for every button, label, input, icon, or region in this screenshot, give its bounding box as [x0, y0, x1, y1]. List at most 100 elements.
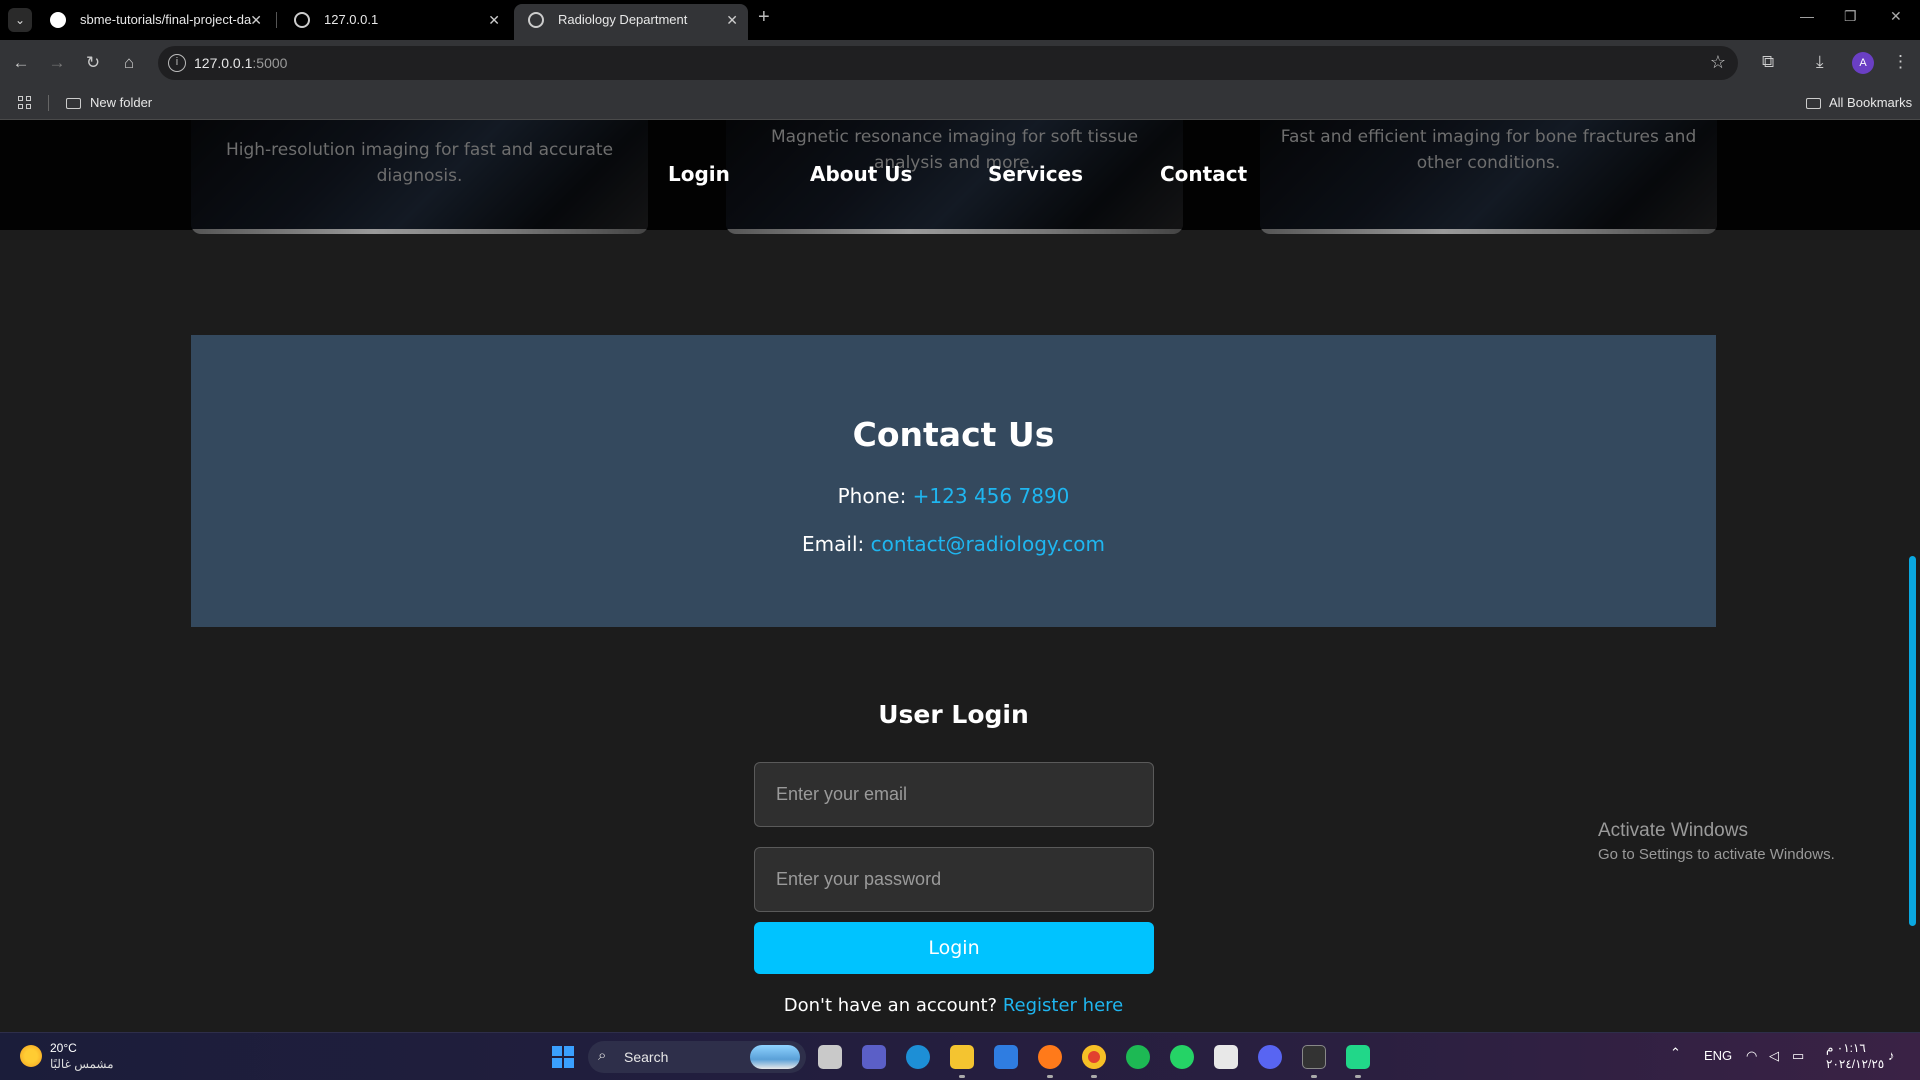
no-account-text: Don't have an account? — [783, 995, 998, 1016]
tab-radiology[interactable]: Radiology Department ✕ — [514, 4, 748, 40]
close-icon[interactable]: ✕ — [250, 4, 262, 36]
minimize-icon[interactable]: — — [1800, 8, 1814, 24]
globe-icon — [528, 12, 544, 28]
email-input[interactable] — [754, 762, 1154, 827]
clock-date[interactable]: ٢٠٢٤/١٢/٢٥ — [1826, 1057, 1884, 1071]
weather-description[interactable]: مشمس غالبًا — [50, 1057, 114, 1071]
contact-section: Contact Us Phone: +123 456 7890 Email: c… — [191, 335, 1716, 627]
tab-title: Radiology Department — [558, 12, 688, 27]
running-indicator — [959, 1075, 965, 1078]
password-input[interactable] — [754, 847, 1154, 912]
search-label: Search — [624, 1049, 669, 1065]
clock-time[interactable]: ٠١:١٦ م — [1826, 1041, 1866, 1055]
card-bar — [726, 229, 1183, 234]
tab-search-button[interactable]: ⌄ — [8, 8, 32, 32]
register-prompt: Don't have an account? Register here — [191, 995, 1716, 1016]
back-icon[interactable]: ← — [10, 52, 32, 74]
tab-title: 127.0.0.1 — [324, 12, 379, 27]
windows-start-icon[interactable] — [552, 1046, 574, 1068]
close-icon[interactable]: ✕ — [488, 4, 500, 36]
close-window-icon[interactable]: ✕ — [1890, 8, 1902, 25]
browser-tab-bar: ⌄ sbme-tutorials/final-project-da ✕ 127.… — [0, 0, 1920, 40]
close-icon[interactable]: ✕ — [726, 4, 738, 36]
teams-icon[interactable] — [862, 1045, 886, 1069]
bookmark-star-icon[interactable]: ☆ — [1710, 52, 1726, 73]
site-info-icon[interactable]: i — [168, 54, 186, 72]
firefox-icon[interactable] — [1038, 1045, 1062, 1069]
service-description: High-resolution imaging for fast and acc… — [225, 140, 614, 186]
email-label: Email: — [802, 532, 865, 556]
service-card-mri: Magnetic resonance imaging for soft tiss… — [726, 120, 1183, 234]
activate-subtitle: Go to Settings to activate Windows. — [1598, 846, 1835, 863]
reload-icon[interactable]: ↻ — [82, 52, 104, 74]
card-bar — [191, 229, 648, 234]
running-indicator — [1047, 1075, 1053, 1078]
login-section: User Login Login Don't have an account? … — [191, 627, 1716, 1032]
service-description: Fast and efficient imaging for bone frac… — [1280, 127, 1697, 173]
folder-icon — [66, 98, 81, 109]
notification-bell-icon[interactable]: ♪ — [1888, 1048, 1895, 1063]
download-icon[interactable]: ⤓ — [1816, 52, 1824, 72]
service-description: Magnetic resonance imaging for soft tiss… — [770, 127, 1139, 173]
address-bar[interactable]: i 127.0.0.1:5000 ☆ — [158, 46, 1738, 80]
page-viewport: High-resolution imaging for fast and acc… — [0, 120, 1920, 1032]
whatsapp-icon[interactable] — [1170, 1045, 1194, 1069]
nav-contact[interactable]: Contact — [1160, 162, 1247, 186]
language-indicator[interactable]: ENG — [1704, 1048, 1732, 1063]
weather-temperature[interactable]: 20°C — [50, 1041, 77, 1055]
extensions-icon[interactable]: ⧉ — [1762, 52, 1774, 72]
running-indicator — [1091, 1075, 1097, 1078]
profile-avatar[interactable]: A — [1852, 52, 1874, 74]
card-bar — [1260, 229, 1717, 234]
show-hidden-icons[interactable]: ⌃ — [1670, 1045, 1681, 1061]
search-icon: ⌕ — [598, 1047, 607, 1064]
home-icon[interactable]: ⌂ — [118, 52, 140, 74]
github-icon — [50, 12, 66, 28]
volume-icon[interactable]: ◁ — [1769, 1048, 1779, 1064]
pycharm-icon[interactable] — [1346, 1045, 1370, 1069]
bookmarks-separator — [48, 95, 49, 111]
activate-title: Activate Windows — [1598, 820, 1748, 841]
spotify-icon[interactable] — [1126, 1045, 1150, 1069]
task-view-icon[interactable] — [818, 1045, 842, 1069]
tab-github[interactable]: sbme-tutorials/final-project-da ✕ — [36, 4, 272, 40]
bookmark-new-folder[interactable]: New folder — [90, 95, 152, 110]
store-icon[interactable] — [994, 1045, 1018, 1069]
register-link[interactable]: Register here — [1003, 995, 1123, 1016]
service-card-xray: Fast and efficient imaging for bone frac… — [1260, 120, 1717, 234]
contact-title: Contact Us — [852, 415, 1055, 454]
page-scrollbar[interactable] — [1909, 556, 1916, 926]
bookmarks-bar: New folder All Bookmarks — [0, 86, 1920, 120]
discord-icon[interactable] — [1258, 1045, 1282, 1069]
apps-grid-icon[interactable] — [18, 96, 32, 110]
new-tab-button[interactable]: + — [758, 6, 770, 29]
battery-icon[interactable]: ▭ — [1792, 1048, 1804, 1064]
phone-link[interactable]: +123 456 7890 — [913, 484, 1070, 508]
tab-localhost[interactable]: 127.0.0.1 ✕ — [280, 4, 510, 40]
restore-icon[interactable]: ❐ — [1844, 8, 1857, 25]
login-title: User Login — [878, 700, 1029, 729]
snipping-tool-icon[interactable] — [1214, 1045, 1238, 1069]
wifi-icon[interactable]: ◠ — [1746, 1048, 1757, 1064]
weather-icon[interactable] — [20, 1045, 42, 1067]
windows-taskbar: 20°C مشمس غالبًا ⌕ Search ⌃ ENG ◠ ◁ ▭ ٠١… — [0, 1032, 1920, 1080]
terminal-icon[interactable] — [1302, 1045, 1326, 1069]
file-explorer-icon[interactable] — [950, 1045, 974, 1069]
browser-toolbar: ← → ↻ ⌂ i 127.0.0.1:5000 ☆ ⧉ ⤓ ⋮ — [0, 40, 1920, 86]
menu-icon[interactable]: ⋮ — [1892, 52, 1909, 72]
search-highlight-image — [750, 1045, 800, 1069]
login-button[interactable]: Login — [754, 922, 1154, 974]
taskbar-search[interactable]: ⌕ Search — [588, 1041, 806, 1073]
nav-about-us[interactable]: About Us — [810, 162, 912, 186]
folder-icon — [1806, 98, 1821, 109]
nav-login[interactable]: Login — [668, 162, 730, 186]
chrome-icon[interactable] — [1082, 1045, 1106, 1069]
all-bookmarks[interactable]: All Bookmarks — [1829, 95, 1912, 110]
forward-icon[interactable]: → — [46, 52, 68, 74]
email-link[interactable]: contact@radiology.com — [871, 532, 1105, 556]
url-text[interactable]: 127.0.0.1:5000 — [194, 55, 287, 71]
nav-services[interactable]: Services — [988, 162, 1083, 186]
edge-icon[interactable] — [906, 1045, 930, 1069]
service-card-ct: High-resolution imaging for fast and acc… — [191, 120, 648, 234]
globe-icon — [294, 12, 310, 28]
